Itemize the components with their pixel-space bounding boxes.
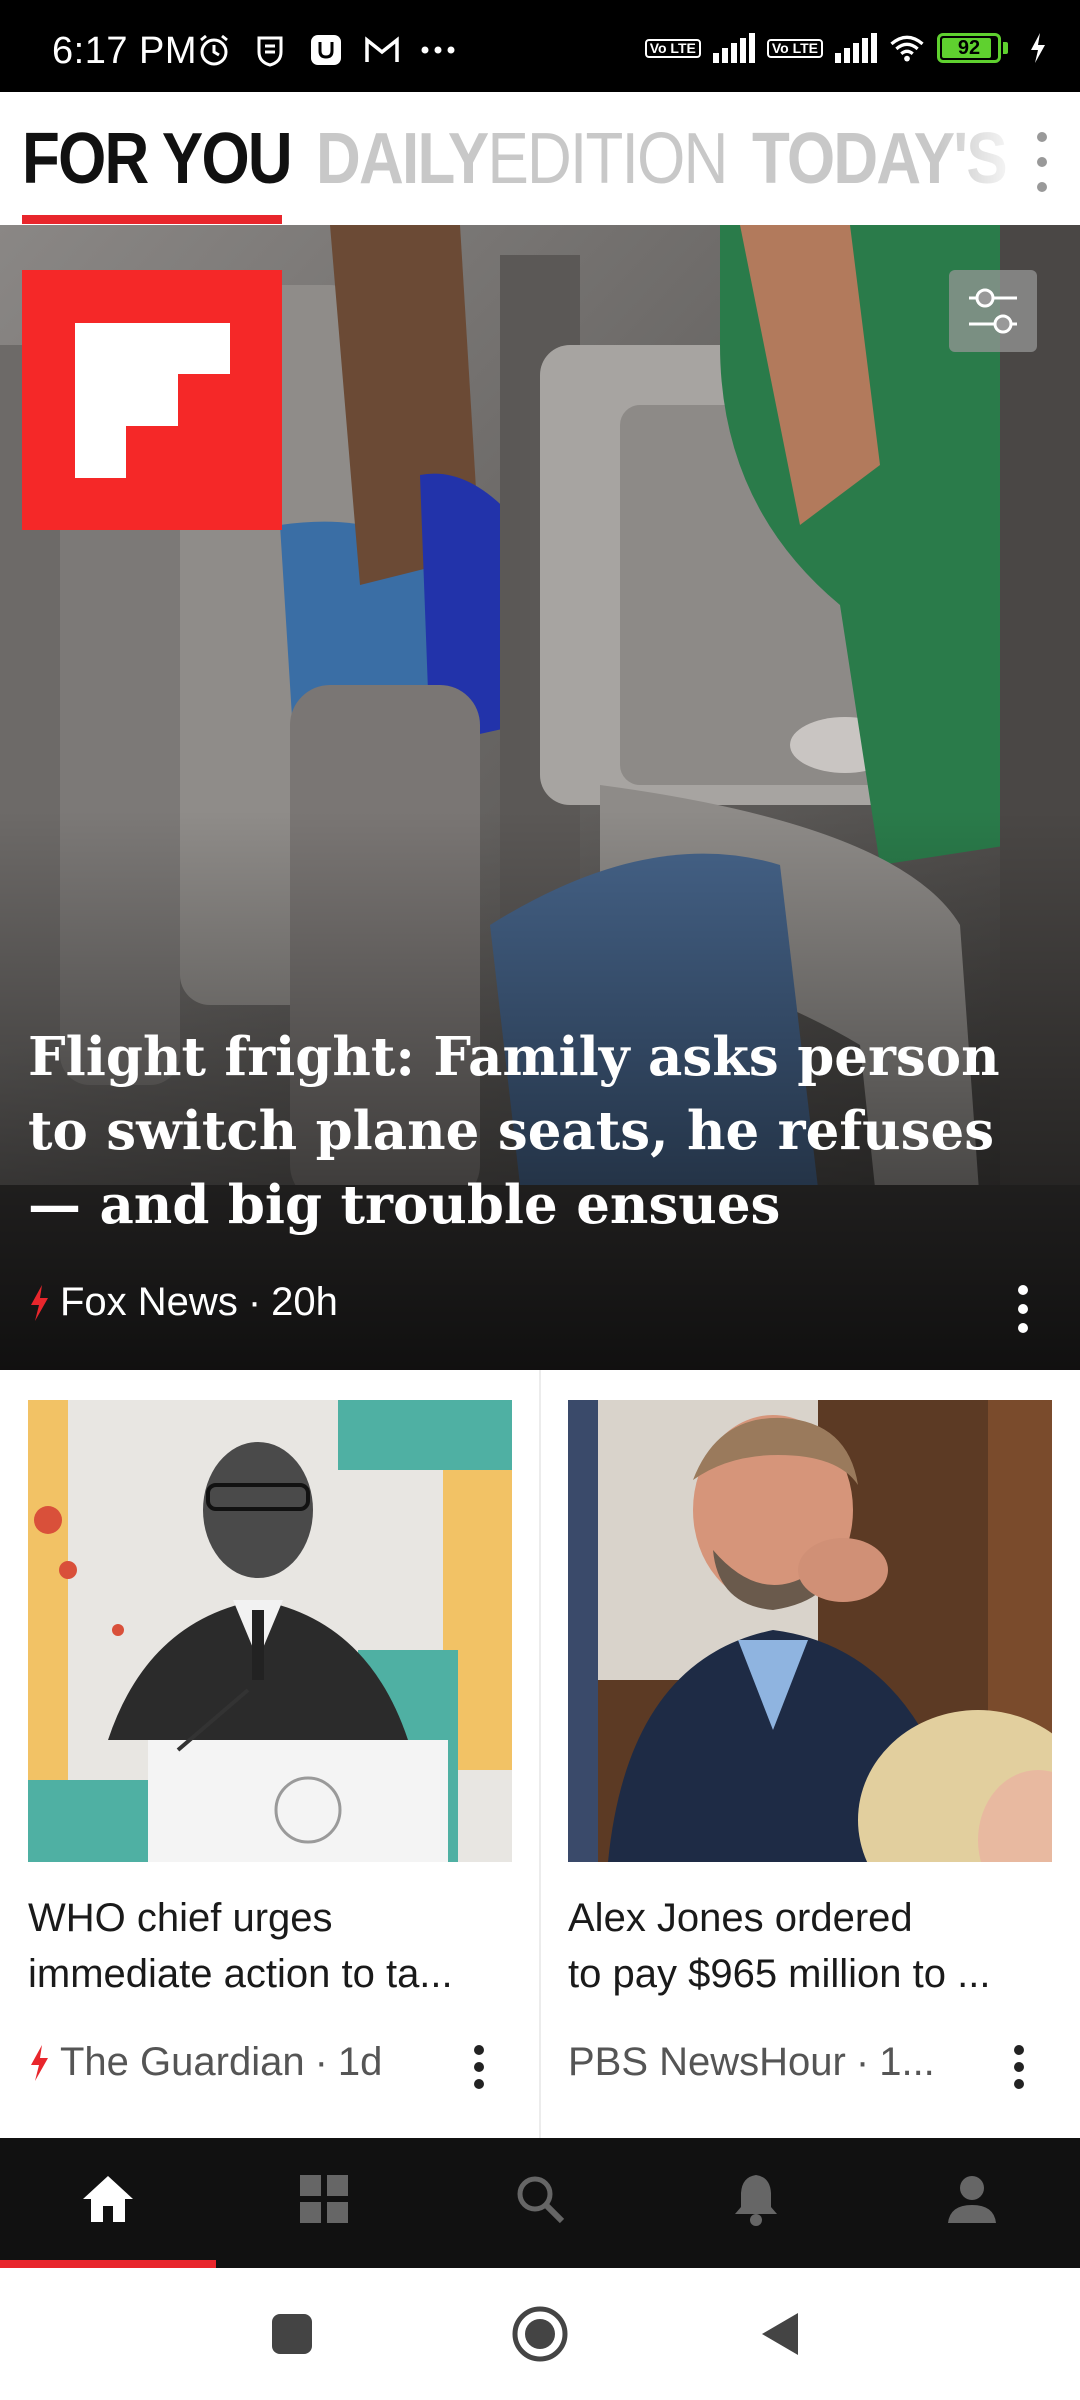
recents-button[interactable] (256, 2298, 328, 2370)
article-title[interactable]: Alex Jones ordered to pay $965 million t… (568, 1890, 1058, 2002)
nav-profile[interactable] (864, 2138, 1080, 2260)
article-cards: WHO chief urges immediate action to ta..… (0, 1370, 1080, 2138)
status-left-icons (196, 32, 456, 68)
tab-daily-edition[interactable]: DAILYEDITION (316, 118, 728, 200)
battery-icon: 92 (937, 33, 1001, 63)
article-meta: The Guardian · 1d (28, 2040, 382, 2085)
volte-badge: Vo LTE (644, 38, 701, 58)
alarm-icon (196, 32, 232, 68)
meta-separator: · (855, 2040, 870, 2084)
tabs-more-icon[interactable] (1032, 132, 1052, 192)
article-thumbnail (568, 1400, 1052, 1862)
hero-meta: Fox News · 20h (28, 1280, 338, 1325)
section-tabs: FOR YOU DAILYEDITION TODAY'S (0, 92, 1080, 225)
flipboard-logo-icon (75, 323, 230, 478)
more-icon (420, 32, 456, 68)
article-source[interactable]: The Guardian (60, 2040, 305, 2085)
wifi-icon (889, 30, 925, 66)
hero-more-options-icon[interactable] (1016, 1285, 1030, 1333)
battery-nub (1003, 42, 1008, 54)
article-title-line-1: WHO chief urges (28, 1896, 333, 1940)
system-navigation-bar (0, 2268, 1080, 2400)
active-nav-indicator (0, 2260, 216, 2268)
meta-separator: · (314, 2040, 328, 2084)
gmail-icon (364, 32, 400, 68)
volte-badge: Vo LTE (766, 38, 823, 58)
notification-app-icon (308, 32, 344, 68)
article-thumbnail (28, 1400, 512, 1862)
article-more-options-icon[interactable] (472, 2045, 486, 2089)
tab-daily-label: DAILY (316, 119, 489, 199)
battery-level: 92 (957, 37, 981, 59)
customize-feed-button[interactable] (949, 270, 1037, 352)
article-age: 1... (879, 2040, 935, 2084)
signal-icon (712, 33, 755, 63)
article-more-options-icon[interactable] (1012, 2045, 1026, 2089)
tabs-fade (940, 92, 1080, 225)
signal-icon (835, 33, 877, 63)
nav-search[interactable] (432, 2138, 648, 2260)
nav-notifications[interactable] (648, 2138, 864, 2260)
back-triangle-icon (762, 2313, 798, 2355)
article-age: 1d (337, 2040, 383, 2084)
article-title[interactable]: WHO chief urges immediate action to ta..… (28, 1890, 518, 2002)
hero-headline[interactable]: Flight fright: Family asks person to swi… (28, 1020, 1028, 1242)
circle-icon (512, 2306, 568, 2362)
meta-separator: · (247, 1280, 262, 1324)
status-bar: 6:17 PM Vo LTE Vo LTE 92 (0, 0, 1080, 92)
tab-edition-label: EDITION (487, 119, 728, 199)
flipboard-logo[interactable] (22, 270, 282, 530)
status-time: 6:17 PM (52, 30, 198, 72)
status-right-icons: Vo LTE Vo LTE 92 (644, 30, 1056, 66)
charging-icon (1020, 30, 1056, 66)
article-card[interactable]: WHO chief urges immediate action to ta..… (0, 1370, 540, 2138)
trending-bolt-icon (31, 2044, 48, 2081)
back-button[interactable] (744, 2298, 816, 2370)
search-icon (517, 2176, 565, 2224)
grid-icon (300, 2175, 348, 2223)
trending-bolt-icon (31, 1284, 48, 1321)
article-title-line-2: immediate action to ta... (28, 1952, 453, 1996)
article-title-line-2: to pay $965 million to ... (568, 1952, 991, 1996)
hero-article[interactable]: Flight fright: Family asks person to swi… (0, 225, 1080, 1370)
nav-explore[interactable] (216, 2138, 432, 2260)
article-meta: PBS NewsHour · 1... (568, 2040, 935, 2085)
active-tab-indicator (22, 215, 282, 224)
article-source[interactable]: PBS NewsHour (568, 2040, 846, 2085)
tab-for-you[interactable]: FOR YOU (22, 118, 293, 200)
nav-home[interactable] (0, 2138, 216, 2260)
article-title-line-1: Alex Jones ordered (568, 1896, 913, 1940)
article-card[interactable]: Alex Jones ordered to pay $965 million t… (540, 1370, 1080, 2138)
sliders-icon (969, 288, 1017, 334)
hero-source[interactable]: Fox News (60, 1280, 238, 1325)
home-icon (83, 2176, 133, 2222)
square-icon (272, 2314, 312, 2354)
hero-age: 20h (271, 1280, 338, 1324)
shield-icon (252, 32, 288, 68)
bell-icon (735, 2175, 777, 2226)
bottom-navigation (0, 2138, 1080, 2268)
profile-icon (948, 2176, 996, 2223)
home-button[interactable] (504, 2298, 576, 2370)
